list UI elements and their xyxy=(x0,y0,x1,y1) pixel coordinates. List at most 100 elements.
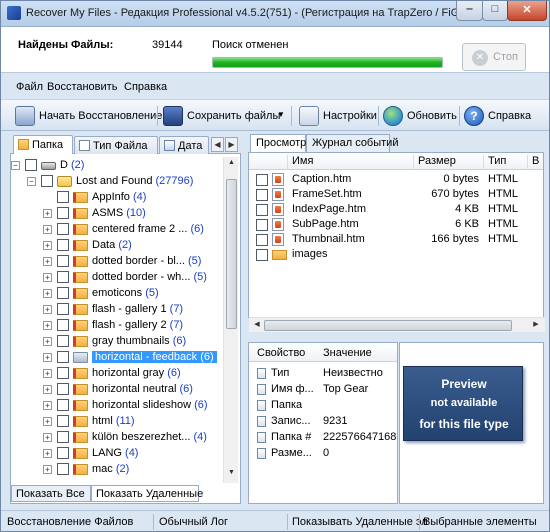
tree-item[interactable]: + horizontal neutral (6) xyxy=(11,381,223,397)
tree-item[interactable]: − D (2) xyxy=(11,157,223,173)
column-name[interactable]: Имя xyxy=(287,155,413,170)
expand-icon[interactable]: + xyxy=(43,401,52,410)
tab-scroll-right-button[interactable]: ▶ xyxy=(225,137,238,152)
column-v[interactable]: В xyxy=(527,155,543,170)
tree-item[interactable]: + ASMS (10) xyxy=(11,205,223,221)
tree-item[interactable]: AppInfo (4) xyxy=(11,189,223,205)
scroll-right-icon[interactable]: ▶ xyxy=(530,320,542,331)
tree-item[interactable]: + mac (2) xyxy=(11,461,223,477)
column-property[interactable]: Свойство xyxy=(257,347,305,359)
expand-icon[interactable]: + xyxy=(43,209,52,218)
file-row-checkbox[interactable] xyxy=(256,219,268,231)
tree-item-checkbox[interactable] xyxy=(57,367,69,379)
tab-folder[interactable]: Папка xyxy=(13,135,73,154)
tree-item-checkbox[interactable] xyxy=(25,159,37,171)
tree-item-checkbox[interactable] xyxy=(41,175,53,187)
tree-item[interactable]: + dotted border - wh... (5) xyxy=(11,269,223,285)
tab-event-log[interactable]: Журнал событий xyxy=(306,134,398,152)
expand-icon[interactable]: + xyxy=(43,433,52,442)
tree-item-checkbox[interactable] xyxy=(57,303,69,315)
expand-icon[interactable]: + xyxy=(43,225,52,234)
tree-item-checkbox[interactable] xyxy=(57,239,69,251)
expand-icon[interactable]: + xyxy=(43,305,52,314)
property-row[interactable]: Разме... 0 xyxy=(249,445,397,461)
expand-icon[interactable]: + xyxy=(43,369,52,378)
tree-item-checkbox[interactable] xyxy=(57,271,69,283)
file-row-checkbox[interactable] xyxy=(256,249,268,261)
expand-icon[interactable]: + xyxy=(43,337,52,346)
property-row[interactable]: Запис... 9231 xyxy=(249,413,397,429)
property-row[interactable]: Имя ф... Top Gear xyxy=(249,381,397,397)
expand-icon[interactable]: + xyxy=(43,241,52,250)
tree-item[interactable]: + külön beszerezhet... (4) xyxy=(11,429,223,445)
scroll-left-icon[interactable]: ◀ xyxy=(251,320,263,331)
tree-item-checkbox[interactable] xyxy=(57,223,69,235)
tree-item[interactable]: + LANG (4) xyxy=(11,445,223,461)
tree-item[interactable]: + emoticons (5) xyxy=(11,285,223,301)
tree-item-checkbox[interactable] xyxy=(57,319,69,331)
tree-vertical-scrollbar[interactable]: ▲ ▼ xyxy=(223,157,238,483)
file-row-checkbox[interactable] xyxy=(256,174,268,186)
title-bar[interactable]: Recover My Files - Редакция Professional… xyxy=(1,1,549,27)
file-row[interactable]: Thumbnail.htm 166 bytes HTML xyxy=(249,232,543,247)
scrollbar-thumb[interactable] xyxy=(226,179,237,329)
tree-item-checkbox[interactable] xyxy=(57,207,69,219)
minimize-button[interactable]: ‒ xyxy=(456,1,483,21)
tree-item[interactable]: − Lost and Found (27796) xyxy=(11,173,223,189)
scroll-up-icon[interactable]: ▲ xyxy=(226,159,237,171)
tree-item[interactable]: + flash - gallery 1 (7) xyxy=(11,301,223,317)
column-value[interactable]: Значение xyxy=(323,347,372,359)
tree-item-checkbox[interactable] xyxy=(57,255,69,267)
expand-icon[interactable]: + xyxy=(43,353,52,362)
tree-item[interactable]: + flash - gallery 2 (7) xyxy=(11,317,223,333)
file-row-checkbox[interactable] xyxy=(256,189,268,201)
tab-preview[interactable]: Просмотр xyxy=(250,134,306,152)
scroll-down-icon[interactable]: ▼ xyxy=(226,469,237,481)
tab-scroll-left-button[interactable]: ◀ xyxy=(211,137,224,152)
tree-item-checkbox[interactable] xyxy=(57,335,69,347)
tree-item[interactable]: + centered frame 2 ... (6) xyxy=(11,221,223,237)
expand-icon[interactable]: + xyxy=(43,257,52,266)
tab-show-deleted[interactable]: Показать Удаленные xyxy=(91,485,203,502)
expand-icon[interactable]: + xyxy=(43,289,52,298)
collapse-icon[interactable]: − xyxy=(27,177,36,186)
property-row[interactable]: Папка xyxy=(249,397,397,413)
file-row-checkbox[interactable] xyxy=(256,234,268,246)
collapse-icon[interactable]: − xyxy=(11,161,20,170)
tree-item[interactable]: + horizontal - feedback (6) xyxy=(11,349,223,365)
tree-item[interactable]: + horizontal gray (6) xyxy=(11,365,223,381)
column-type[interactable]: Тип xyxy=(483,155,527,170)
tree-item-checkbox[interactable] xyxy=(57,287,69,299)
menu-help[interactable]: Справка xyxy=(124,81,167,93)
tree-item[interactable]: + gray thumbnails (6) xyxy=(11,333,223,349)
tree-item-checkbox[interactable] xyxy=(57,399,69,411)
tree-item-checkbox[interactable] xyxy=(57,383,69,395)
expand-icon[interactable]: + xyxy=(43,385,52,394)
expand-icon[interactable]: + xyxy=(43,465,52,474)
tree-item[interactable]: + horizontal slideshow (6) xyxy=(11,397,223,413)
tree-item-checkbox[interactable] xyxy=(57,415,69,427)
tree-item[interactable]: + Data (2) xyxy=(11,237,223,253)
tab-show-all[interactable]: Показать Все xyxy=(11,485,91,502)
tree-item-checkbox[interactable] xyxy=(57,447,69,459)
property-row[interactable]: Папка # 222576647168 xyxy=(249,429,397,445)
tab-date[interactable]: Дата xyxy=(159,136,209,154)
expand-icon[interactable]: + xyxy=(43,273,52,282)
tree-item[interactable]: + html (11) xyxy=(11,413,223,429)
menu-recover[interactable]: Восстановить xyxy=(47,81,117,93)
file-list-horizontal-scrollbar[interactable]: ◀ ▶ xyxy=(249,317,545,332)
menu-file[interactable]: Файл xyxy=(16,81,43,93)
file-row[interactable]: SubPage.htm 6 KB HTML xyxy=(249,217,543,232)
maximize-button[interactable]: □ xyxy=(482,1,508,21)
tree-item-checkbox[interactable] xyxy=(57,431,69,443)
tree-item-checkbox[interactable] xyxy=(57,191,69,203)
file-row[interactable]: IndexPage.htm 4 KB HTML xyxy=(249,202,543,217)
app-icon[interactable] xyxy=(7,6,21,20)
tree-item[interactable]: + dotted border - bl... (5) xyxy=(11,253,223,269)
expand-icon[interactable]: + xyxy=(43,417,52,426)
save-files-dropdown[interactable]: ▼ xyxy=(273,105,285,127)
scrollbar-thumb[interactable] xyxy=(264,320,512,331)
tab-file-type[interactable]: Тип Файла xyxy=(74,136,158,154)
file-row-checkbox[interactable] xyxy=(256,204,268,216)
property-row[interactable]: Тип Неизвестно xyxy=(249,365,397,381)
